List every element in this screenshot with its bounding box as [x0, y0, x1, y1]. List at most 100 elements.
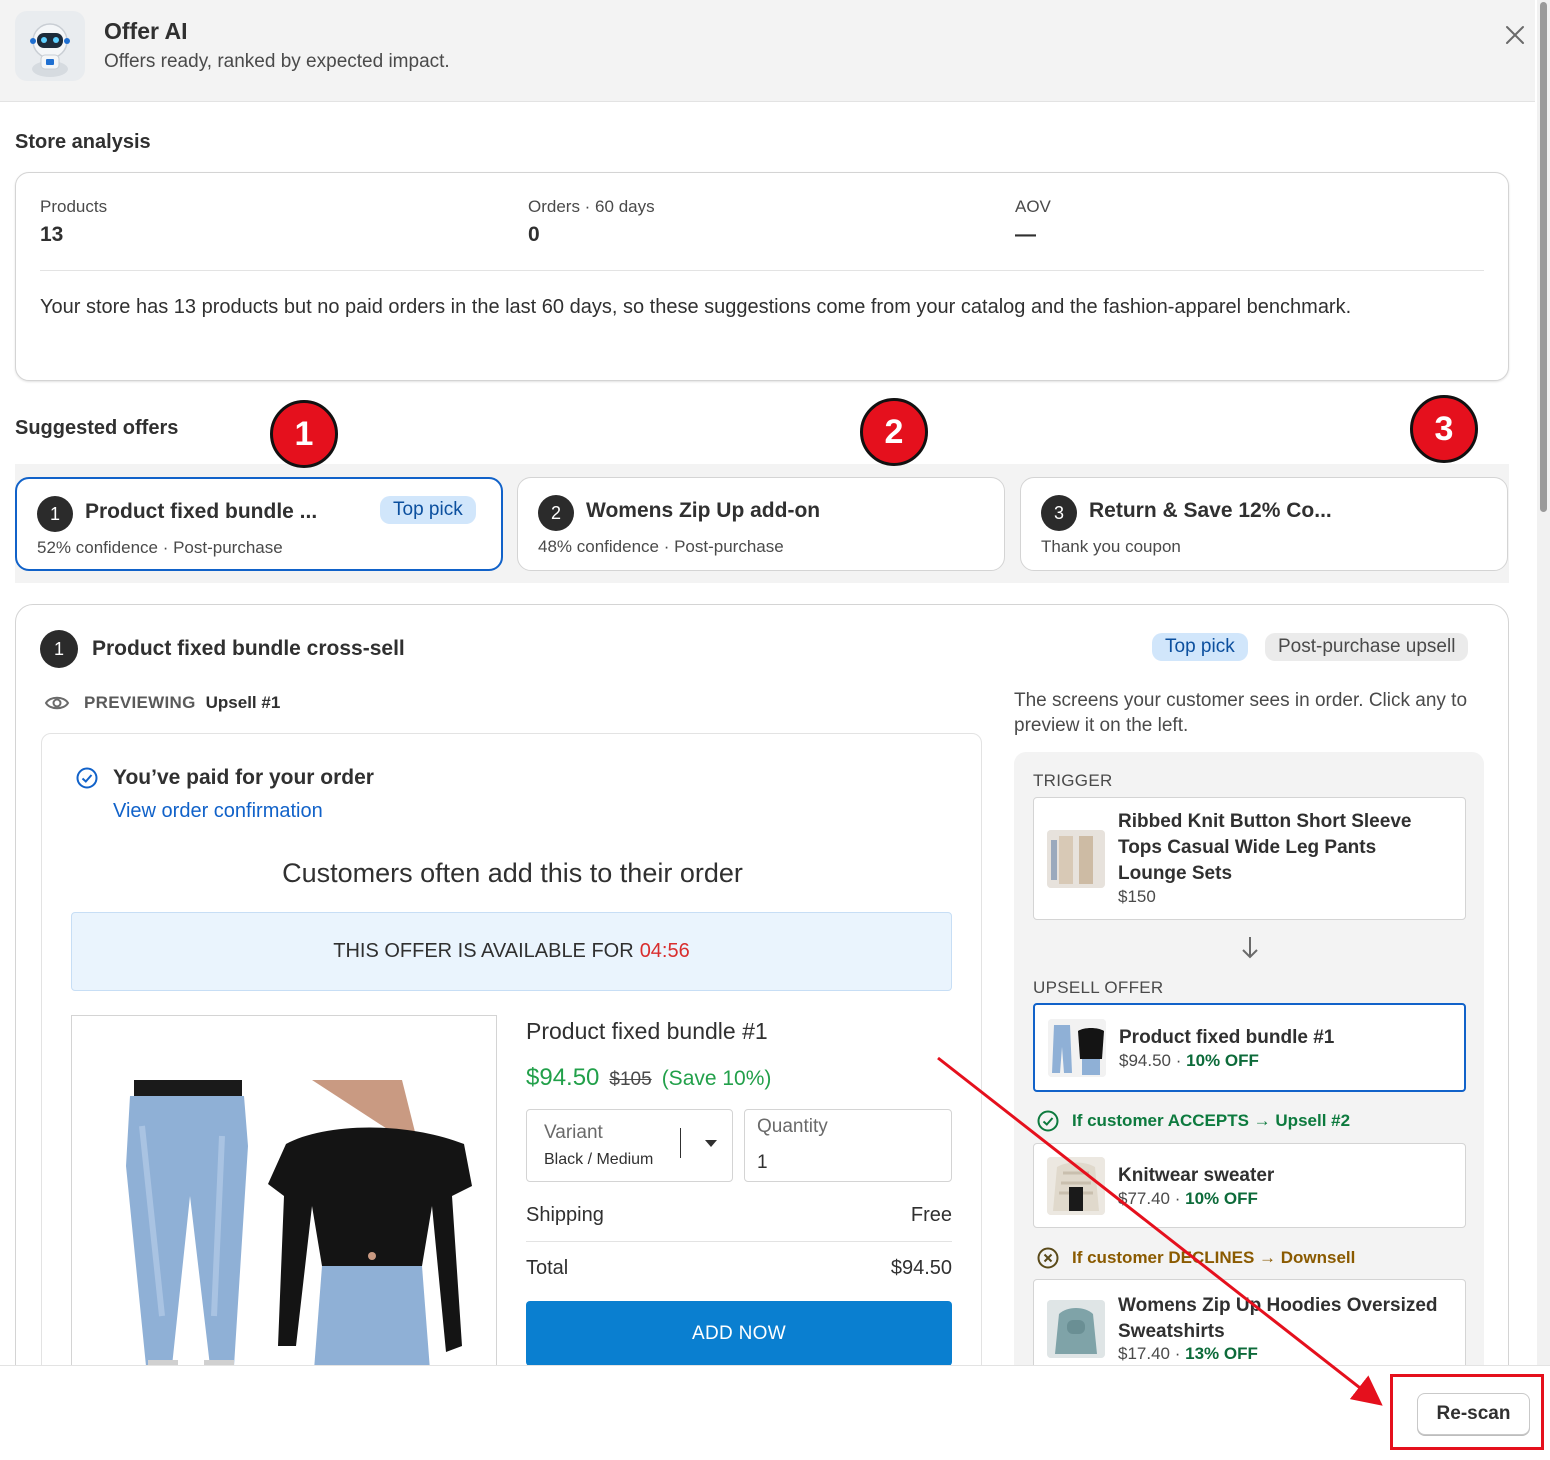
upsell-heading: Customers often add this to their order	[282, 858, 743, 888]
accept-branch-text: If customer ACCEPTS → Upsell #2	[1072, 1111, 1351, 1130]
upsell-product-name: Product fixed bundle #1	[1119, 1027, 1335, 1048]
tab-meta: Thank you coupon	[1041, 537, 1181, 556]
quantity-label: Quantity	[757, 1116, 828, 1137]
previewing-name: Upsell #1	[205, 693, 281, 712]
close-icon	[1506, 26, 1524, 44]
price-row: $94.50 $105 (Save 10%)	[526, 1064, 771, 1092]
upsell-offer-card[interactable]: Product fixed bundle #1 $94.50 · 10% OFF	[1033, 1003, 1466, 1092]
total-value: $94.50	[890, 1257, 952, 1279]
suggested-offers-heading: Suggested offers	[15, 417, 179, 439]
tab-meta: 52% confidence · Post-purchase	[37, 538, 283, 557]
upsell-offer-label: UPSELL OFFER	[1033, 978, 1164, 997]
decline-branch-text: If customer DECLINES → Downsell	[1072, 1248, 1356, 1267]
arrow-down-icon	[1242, 937, 1258, 959]
store-analysis-heading: Store analysis	[15, 131, 151, 153]
shipping-row: Shipping Free	[526, 1204, 952, 1227]
accept-product-price: $77.40 · 10% OFF	[1118, 1189, 1258, 1208]
scrollbar[interactable]	[1537, 0, 1550, 1365]
tab-number: 1	[37, 496, 73, 532]
upsell-preview: You’ve paid for your order View order co…	[41, 733, 982, 1383]
offer-type-badge: Post-purchase upsell	[1265, 633, 1469, 661]
timer-text: THIS OFFER IS AVAILABLE FOR	[333, 940, 634, 962]
tab-meta: 48% confidence · Post-purchase	[538, 537, 784, 556]
offer-tab-1[interactable]: 1 Product fixed bundle ... Top pick 52% …	[15, 477, 503, 571]
decline-product-price: $17.40 · 13% OFF	[1118, 1344, 1258, 1363]
annotation-marker-1: 1	[270, 400, 338, 468]
product-thumbnail	[1047, 830, 1105, 888]
metric-products: Products 13	[40, 197, 107, 247]
app-header: Offer AI Offers ready, ranked by expecte…	[0, 0, 1535, 102]
offer-detail-card: 1 Product fixed bundle cross-sell Top pi…	[15, 604, 1509, 1384]
metric-label: Products	[40, 197, 108, 216]
product-image	[71, 1015, 497, 1383]
top-pick-badge: Top pick	[1152, 633, 1248, 661]
flow-description: The screens your customer sees in order.…	[1014, 690, 1468, 736]
accept-product-name: Knitwear sweater	[1118, 1165, 1275, 1186]
scrollbar-thumb[interactable]	[1540, 2, 1547, 512]
metric-value: 13	[40, 223, 64, 246]
total-label: Total	[526, 1257, 569, 1279]
store-analysis-summary: Your store has 13 products but no paid o…	[40, 296, 1352, 318]
check-circle-icon	[76, 767, 98, 789]
timer-value: 04:56	[639, 940, 690, 962]
add-now-button[interactable]: ADD NOW	[526, 1301, 952, 1366]
price-value: $94.50	[1119, 1051, 1171, 1070]
annotation-marker-2: 2	[860, 398, 928, 466]
quantity-field[interactable]: Quantity	[744, 1109, 952, 1182]
metric-orders: Orders · 60 days 0	[528, 197, 655, 247]
tab-number: 2	[538, 495, 574, 531]
metric-label: AOV	[1015, 197, 1051, 216]
tab-number: 3	[1041, 495, 1077, 531]
annotation-marker-3: 3	[1410, 395, 1478, 463]
save-label: (Save 10%)	[661, 1067, 772, 1090]
quantity-input[interactable]	[757, 1149, 947, 1177]
check-circle-icon	[1037, 1110, 1059, 1132]
upsell-product-price: $94.50 · 10% OFF	[1119, 1051, 1259, 1070]
discount-value: 10% OFF	[1185, 1189, 1258, 1208]
paid-title: You’ve paid for your order	[113, 766, 374, 789]
metric-aov: AOV —	[1015, 197, 1051, 247]
offer-timer: THIS OFFER IS AVAILABLE FOR 04:56	[71, 912, 952, 991]
paid-confirmation: You’ve paid for your order	[75, 766, 374, 790]
product-thumbnail	[1047, 1157, 1105, 1215]
trigger-product-price: $150	[1118, 887, 1156, 906]
total-row: Total $94.50	[526, 1257, 952, 1280]
offer-flow-panel: TRIGGER Ribbed Knit Button Short Sleeve …	[1014, 752, 1484, 1383]
trigger-card[interactable]: Ribbed Knit Button Short Sleeve Tops Cas…	[1033, 797, 1466, 920]
detail-title: Product fixed bundle cross-sell	[92, 637, 405, 660]
price-value: $77.40	[1118, 1189, 1170, 1208]
offer-tab-3[interactable]: 3 Return & Save 12% Co... Thank you coup…	[1020, 477, 1508, 571]
trigger-product-name: Ribbed Knit Button Short Sleeve Tops Cas…	[1118, 811, 1412, 884]
eye-icon	[44, 696, 70, 710]
accept-offer-card[interactable]: Knitwear sweater $77.40 · 10% OFF	[1033, 1143, 1466, 1228]
metric-value: 0	[528, 223, 540, 246]
metric-value: —	[1015, 223, 1036, 246]
variant-label: Variant	[544, 1122, 603, 1143]
metric-label: Orders · 60 days	[528, 197, 655, 216]
modal-footer	[0, 1365, 1550, 1460]
view-order-confirmation-link[interactable]: View order confirmation	[113, 800, 323, 823]
x-circle-icon	[1037, 1247, 1059, 1269]
offer-tab-2[interactable]: 2 Womens Zip Up add-on 48% confidence · …	[517, 477, 1005, 571]
detail-number: 1	[40, 630, 78, 668]
tab-title: Womens Zip Up add-on	[586, 499, 821, 522]
previewing-indicator: PREVIEWING Upsell #1	[44, 693, 280, 713]
annotation-highlight-box	[1390, 1374, 1544, 1450]
variant-value: Black / Medium	[544, 1151, 654, 1168]
robot-logo-icon	[15, 11, 85, 81]
previewing-label: PREVIEWING	[84, 693, 196, 712]
divider	[526, 1241, 952, 1242]
tab-title: Return & Save 12% Co...	[1089, 499, 1332, 522]
offer-price: $94.50	[526, 1064, 600, 1091]
divider	[40, 270, 1484, 271]
chevron-down-icon	[705, 1140, 717, 1147]
discount-value: 10% OFF	[1186, 1051, 1259, 1070]
trigger-label: TRIGGER	[1033, 771, 1113, 790]
variant-select[interactable]: Variant Black / Medium	[526, 1109, 733, 1182]
app-subtitle: Offers ready, ranked by expected impact.	[104, 51, 450, 72]
decline-branch-label: If customer DECLINES → Downsell	[1036, 1246, 1355, 1270]
compare-price: $105	[609, 1069, 652, 1090]
close-button[interactable]	[1500, 20, 1530, 50]
price-value: $17.40	[1118, 1344, 1170, 1363]
product-thumbnail	[1048, 1019, 1106, 1077]
